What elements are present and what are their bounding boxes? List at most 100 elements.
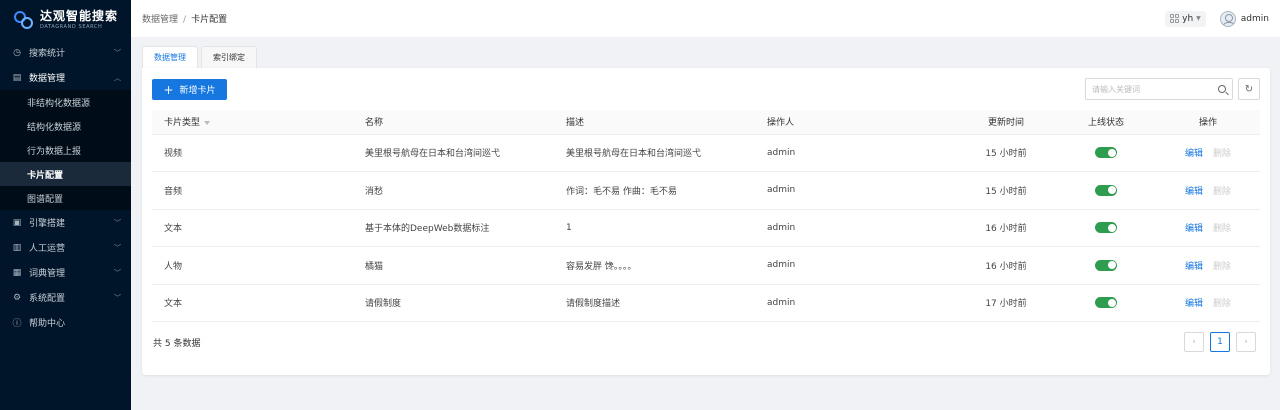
cell-type: 视频 xyxy=(152,134,353,172)
chevron-left-icon: ‹ xyxy=(1192,337,1196,347)
sidebar-item-label: 词典管理 xyxy=(29,269,66,279)
cell-online-status xyxy=(1056,246,1156,285)
logo-subtitle: DATAGRAND SEARCH xyxy=(40,23,103,30)
card-table: 卡片类型 名称 描述 操作人 更新时间 上线状态 操作 视频 美里根号航母在日本… xyxy=(152,110,1260,322)
search-box xyxy=(1085,78,1233,100)
search-icon[interactable] xyxy=(1218,85,1226,93)
edit-link[interactable]: 编辑 xyxy=(1185,224,1203,234)
cell-type: 文本 xyxy=(152,284,353,322)
chevron-down-icon: ﹀ xyxy=(114,268,121,277)
cell-online-status xyxy=(1056,134,1156,172)
sidebar-item-dictionary[interactable]: ▦ 词典管理 ﹀ xyxy=(0,260,131,285)
delete-link[interactable]: 删除 xyxy=(1213,149,1231,159)
cell-updated: 15 小时前 xyxy=(956,134,1056,172)
refresh-button[interactable]: ↻ xyxy=(1238,78,1260,100)
sidebar-subitem-graph-config[interactable]: 图谱配置 xyxy=(0,186,131,210)
cell-description: 美里根号航母在日本和台湾间巡弋 xyxy=(554,134,755,172)
cell-name: 美里根号航母在日本和台湾间巡弋 xyxy=(353,134,554,172)
online-toggle[interactable] xyxy=(1095,297,1117,309)
sidebar-item-engine[interactable]: ▣ 引擎搭建 ﹀ xyxy=(0,210,131,235)
cell-description: 1 xyxy=(554,209,755,247)
cell-description: 请假制度描述 xyxy=(554,284,755,322)
chevron-down-icon: ﹀ xyxy=(114,218,121,227)
tab-data-management[interactable]: 数据管理 xyxy=(142,46,198,68)
sidebar-subitem-card-config[interactable]: 卡片配置 xyxy=(0,162,131,186)
sidebar-item-label: 引擎搭建 xyxy=(29,219,66,229)
delete-link[interactable]: 删除 xyxy=(1213,224,1231,234)
delete-link[interactable]: 删除 xyxy=(1213,299,1231,309)
sidebar-item-search-stats[interactable]: ◷ 搜索统计 ﹀ xyxy=(0,40,131,65)
cell-operator: admin xyxy=(755,284,956,322)
cell-name: 请假制度 xyxy=(353,284,554,322)
cell-operator: admin xyxy=(755,171,956,210)
cell-actions: 编辑 删除 xyxy=(1156,246,1260,285)
chevron-up-icon: ︿ xyxy=(114,73,121,82)
add-card-button[interactable]: + 新增卡片 xyxy=(152,79,227,100)
edit-link[interactable]: 编辑 xyxy=(1185,187,1203,197)
cell-updated: 15 小时前 xyxy=(956,171,1056,210)
cell-name: 消愁 xyxy=(353,171,554,210)
cell-updated: 17 小时前 xyxy=(956,284,1056,322)
delete-link[interactable]: 删除 xyxy=(1213,262,1231,272)
breadcrumb-current: 卡片配置 xyxy=(191,15,228,25)
column-header-description: 描述 xyxy=(554,110,755,135)
edit-link[interactable]: 编辑 xyxy=(1185,262,1203,272)
next-page-button[interactable]: › xyxy=(1236,332,1256,352)
sidebar-item-data-management[interactable]: ▤ 数据管理 ︿ xyxy=(0,65,131,90)
tab-index-binding[interactable]: 索引绑定 xyxy=(201,46,257,68)
chevron-right-icon: › xyxy=(1244,337,1248,347)
caret-down-icon: ▼ xyxy=(1196,15,1201,22)
online-toggle[interactable] xyxy=(1095,222,1117,234)
logo-mark-icon xyxy=(12,9,34,31)
online-toggle[interactable] xyxy=(1095,184,1117,196)
sidebar-subitem-behavior-report[interactable]: 行为数据上报 xyxy=(0,138,131,162)
workspace-switcher[interactable]: yh ▼ xyxy=(1165,10,1206,27)
avatar xyxy=(1219,10,1236,27)
document-icon: ▤ xyxy=(12,72,22,83)
sidebar-subitem-structured[interactable]: 结构化数据源 xyxy=(0,114,131,138)
clock-icon: ◷ xyxy=(13,47,21,58)
submenu-data-management: 非结构化数据源 结构化数据源 行为数据上报 卡片配置 图谱配置 xyxy=(0,90,131,210)
logo[interactable]: 达观智能搜索 DATAGRAND SEARCH xyxy=(0,0,131,40)
sidebar-item-label: 人工运营 xyxy=(29,244,66,254)
filter-icon[interactable] xyxy=(204,120,211,125)
edit-link[interactable]: 编辑 xyxy=(1185,299,1203,309)
search-input[interactable] xyxy=(1092,84,1218,94)
sidebar: 达观智能搜索 DATAGRAND SEARCH ◷ 搜索统计 ﹀ ▤ 数据管理 … xyxy=(0,0,131,410)
column-header-actions: 操作 xyxy=(1156,110,1260,135)
content-card: + 新增卡片 ↻ 卡片类型 名称 描述 操作人 更新时间 上线状态 操作 视频 xyxy=(142,68,1270,375)
add-card-label: 新增卡片 xyxy=(179,86,216,96)
sidebar-item-system-config[interactable]: ⚙ 系统配置 ﹀ xyxy=(0,285,131,310)
sidebar-item-operation[interactable]: ▥ 人工运营 ﹀ xyxy=(0,235,131,260)
sidebar-item-label: 系统配置 xyxy=(29,294,66,304)
plus-icon: + xyxy=(163,82,174,97)
column-header-name: 名称 xyxy=(353,110,554,135)
cell-updated: 16 小时前 xyxy=(956,209,1056,247)
edit-link[interactable]: 编辑 xyxy=(1185,149,1203,159)
page-number[interactable]: 1 xyxy=(1210,332,1230,352)
top-header: 数据管理 / 卡片配置 yh ▼ admin xyxy=(131,0,1280,37)
cell-online-status xyxy=(1056,171,1156,210)
online-toggle[interactable] xyxy=(1095,259,1117,271)
cell-actions: 编辑 删除 xyxy=(1156,171,1260,210)
tab-bar: 数据管理 索引绑定 xyxy=(142,46,257,68)
online-toggle[interactable] xyxy=(1095,147,1117,159)
sidebar-subitem-unstructured[interactable]: 非结构化数据源 xyxy=(0,90,131,114)
cell-online-status xyxy=(1056,209,1156,247)
sidebar-item-help[interactable]: ⓘ 帮助中心 xyxy=(0,310,131,335)
grid-icon xyxy=(1170,14,1180,23)
delete-link[interactable]: 删除 xyxy=(1213,187,1231,197)
table-row: 人物 橘猫 容易发胖 馋。。。。 admin 16 小时前 编辑 删除 xyxy=(152,246,1260,285)
chevron-down-icon: ﹀ xyxy=(114,293,121,302)
prev-page-button[interactable]: ‹ xyxy=(1184,332,1204,352)
user-menu[interactable]: admin xyxy=(1219,10,1269,27)
breadcrumb-item[interactable]: 数据管理 xyxy=(142,15,178,25)
cell-type: 文本 xyxy=(152,209,353,247)
column-header-operator: 操作人 xyxy=(755,110,956,135)
cell-updated: 16 小时前 xyxy=(956,246,1056,285)
chevron-down-icon: ﹀ xyxy=(114,243,121,252)
operation-icon: ▥ xyxy=(12,242,22,253)
breadcrumb-separator: / xyxy=(183,15,187,25)
logo-title: 达观智能搜索 xyxy=(40,8,119,23)
cell-actions: 编辑 删除 xyxy=(1156,134,1260,172)
